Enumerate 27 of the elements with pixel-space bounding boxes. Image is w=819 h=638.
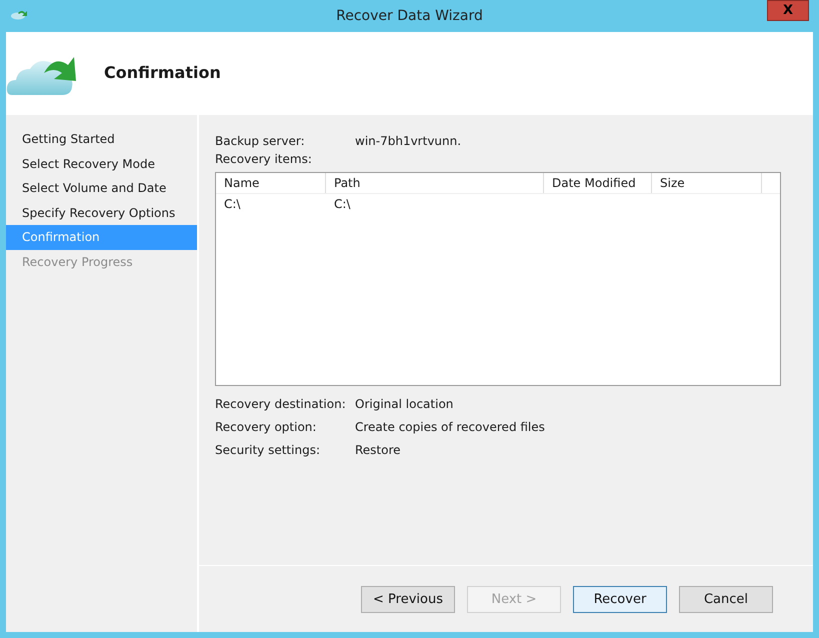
wizard-step[interactable]: Specify Recovery Options xyxy=(6,200,197,225)
field-label: Recovery items: xyxy=(215,152,313,166)
field-label: Security settings: xyxy=(215,442,321,456)
recovery-items-list[interactable]: Name Path Date Modified Size C:\ C:\ xyxy=(215,172,781,386)
table-cell-text: C:\ xyxy=(333,196,352,213)
field-value: Restore xyxy=(355,442,401,456)
field-value: win-7bh1vrtvunn. xyxy=(355,134,462,148)
field-value: Create copies of recovered files xyxy=(355,420,545,434)
field-value: Original location xyxy=(355,396,454,410)
field-label: Backup server: xyxy=(215,134,306,148)
column-header[interactable]: Size xyxy=(652,173,762,193)
table-cell-text: C:\ xyxy=(223,196,242,213)
window-title: Recover Data Wizard xyxy=(336,8,483,24)
app-icon xyxy=(10,8,28,20)
column-header[interactable]: Date Modified xyxy=(544,173,652,193)
wizard-step[interactable]: Select Volume and Date xyxy=(6,176,197,200)
field-label: Recovery destination: xyxy=(215,396,347,410)
column-header[interactable]: Path xyxy=(326,173,544,193)
wizard-button[interactable]: < Previous xyxy=(361,586,455,612)
field-label: Recovery option: xyxy=(215,420,318,434)
wizard-button[interactable]: Cancel xyxy=(679,586,773,612)
wizard-step[interactable]: Select Recovery Mode xyxy=(6,152,197,176)
wizard-step[interactable]: Getting Started xyxy=(6,127,197,152)
close-button[interactable]: X xyxy=(767,0,809,21)
page-title: Confirmation xyxy=(104,63,221,82)
wizard-button[interactable]: Recover xyxy=(573,586,667,612)
column-header[interactable]: Name xyxy=(216,173,326,193)
